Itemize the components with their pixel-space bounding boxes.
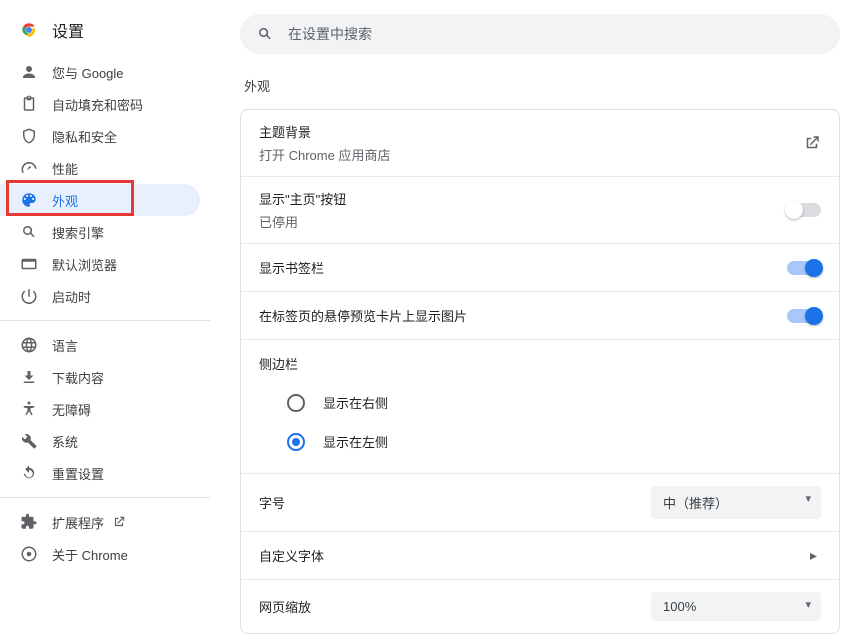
row-subtitle: 已停用 <box>259 212 346 231</box>
globe-icon <box>20 336 38 354</box>
search-input[interactable]: 在设置中搜索 <box>240 14 840 54</box>
sidebar-item-label: 语言 <box>52 336 78 355</box>
sidebar-item-languages[interactable]: 语言 <box>0 329 200 361</box>
sidebar-item-search-engine[interactable]: 搜索引擎 <box>0 216 200 248</box>
sidebar-item-label: 无障碍 <box>52 400 91 419</box>
sidebar-item-extensions[interactable]: 扩展程序 <box>0 506 200 538</box>
toggle-bookmarks-bar[interactable] <box>787 261 821 275</box>
toggle-home-button[interactable] <box>787 203 821 217</box>
sidebar-item-label: 重置设置 <box>52 464 104 483</box>
sidebar-item-about-chrome[interactable]: 关于 Chrome <box>0 538 200 570</box>
search-icon <box>20 223 38 241</box>
row-subtitle: 打开 Chrome 应用商店 <box>259 145 390 164</box>
row-title: 字号 <box>259 493 285 512</box>
shield-icon <box>20 127 38 145</box>
open-in-new-icon <box>803 134 821 152</box>
sidebar-item-on-startup[interactable]: 启动时 <box>0 280 200 312</box>
appearance-card: 主题背景 打开 Chrome 应用商店 显示"主页"按钮 已停用 显示书 <box>240 109 840 634</box>
sidebar-item-label: 您与 Google <box>52 63 124 82</box>
sidebar-item-default-browser[interactable]: 默认浏览器 <box>0 248 200 280</box>
chevron-right-icon: ▸ <box>806 547 821 564</box>
sidebar-item-label: 扩展程序 <box>52 513 104 532</box>
row-page-zoom: 网页缩放 100% <box>241 580 839 633</box>
row-theme[interactable]: 主题背景 打开 Chrome 应用商店 <box>241 110 839 177</box>
sidebar-item-label: 性能 <box>52 159 78 178</box>
row-bookmarks-bar: 显示书签栏 <box>241 244 839 292</box>
toggle-tab-hover-preview[interactable] <box>787 309 821 323</box>
row-tab-hover-preview: 在标签页的悬停预览卡片上显示图片 <box>241 292 839 340</box>
row-title: 显示书签栏 <box>259 258 324 277</box>
sidebar-item-privacy[interactable]: 隐私和安全 <box>0 120 200 152</box>
row-title: 在标签页的悬停预览卡片上显示图片 <box>259 306 467 325</box>
section-title: 外观 <box>244 76 840 95</box>
row-font-size: 字号 中（推荐） <box>241 474 839 532</box>
row-title: 显示"主页"按钮 <box>259 189 346 208</box>
radio-side-panel-left[interactable]: 显示在左侧 <box>259 422 821 461</box>
sidebar-item-system[interactable]: 系统 <box>0 425 200 457</box>
radio-icon <box>287 394 305 412</box>
sidebar-item-label: 系统 <box>52 432 78 451</box>
row-title: 网页缩放 <box>259 597 311 616</box>
sidebar-item-autofill[interactable]: 自动填充和密码 <box>0 88 200 120</box>
download-icon <box>20 368 38 386</box>
select-page-zoom[interactable]: 100% <box>651 592 821 621</box>
chrome-outline-icon <box>20 545 38 563</box>
row-title: 主题背景 <box>259 122 390 141</box>
wrench-icon <box>20 432 38 450</box>
search-icon <box>256 25 274 43</box>
browser-icon <box>20 255 38 273</box>
clipboard-icon <box>20 95 38 113</box>
reset-icon <box>20 464 38 482</box>
sidebar-item-label: 启动时 <box>52 287 91 306</box>
sidebar-item-accessibility[interactable]: 无障碍 <box>0 393 200 425</box>
app-header: 设置 <box>0 18 240 56</box>
search-placeholder: 在设置中搜索 <box>288 24 372 44</box>
sidebar-item-performance[interactable]: 性能 <box>0 152 200 184</box>
power-icon <box>20 287 38 305</box>
sidebar-item-appearance[interactable]: 外观 <box>0 184 200 216</box>
sidebar-item-downloads[interactable]: 下载内容 <box>0 361 200 393</box>
radio-icon <box>287 433 305 451</box>
accessibility-icon <box>20 400 38 418</box>
sidebar-item-label: 自动填充和密码 <box>52 95 143 114</box>
divider <box>0 497 210 498</box>
sidebar-item-you-and-google[interactable]: 您与 Google <box>0 56 200 88</box>
row-side-panel: 侧边栏 显示在右侧 显示在左侧 <box>241 340 839 474</box>
palette-icon <box>20 191 38 209</box>
chrome-logo-icon <box>20 21 38 39</box>
radio-side-panel-right[interactable]: 显示在右侧 <box>259 383 821 422</box>
row-home-button: 显示"主页"按钮 已停用 <box>241 177 839 244</box>
sidebar-item-reset-settings[interactable]: 重置设置 <box>0 457 200 489</box>
radio-label: 显示在左侧 <box>323 432 388 451</box>
open-in-new-icon <box>112 515 126 529</box>
sidebar-item-label: 下载内容 <box>52 368 104 387</box>
divider <box>0 320 210 321</box>
speedometer-icon <box>20 159 38 177</box>
select-font-size[interactable]: 中（推荐） <box>651 486 821 519</box>
sidebar-item-label: 搜索引擎 <box>52 223 104 242</box>
page-title: 设置 <box>52 18 84 42</box>
person-icon <box>20 63 38 81</box>
row-title: 自定义字体 <box>259 546 324 565</box>
sidebar-item-label: 隐私和安全 <box>52 127 117 146</box>
sidebar-item-label: 外观 <box>52 191 78 210</box>
sidebar-item-label: 关于 Chrome <box>52 545 128 564</box>
radio-label: 显示在右侧 <box>323 393 388 412</box>
extension-icon <box>20 513 38 531</box>
row-title: 侧边栏 <box>259 344 821 383</box>
sidebar-item-label: 默认浏览器 <box>52 255 117 274</box>
